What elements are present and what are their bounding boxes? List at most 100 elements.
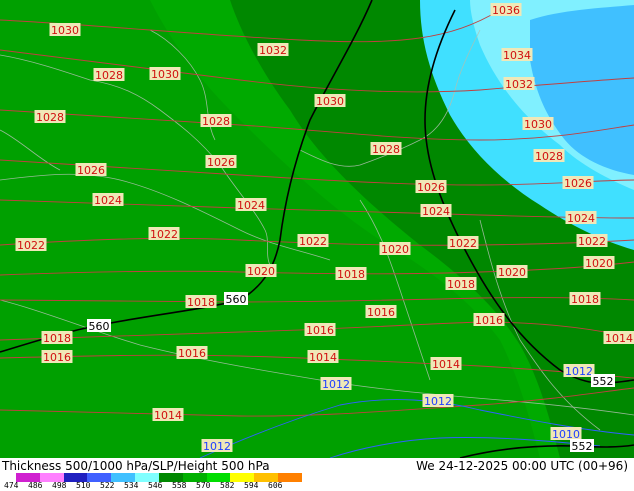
isobar-label: 1024 (236, 198, 267, 212)
footer: Thickness 500/1000 hPa/SLP/Height 500 hP… (0, 458, 634, 490)
isobar-label-text: 1018 (337, 268, 365, 281)
height-label: 560 (224, 292, 248, 306)
height-label: 560 (87, 319, 111, 333)
isobar-label: 1012 (423, 394, 454, 408)
map-canvas: 1036 1034 1032 1032 1030 1030 1030 1030 1028 1028… (0, 0, 634, 458)
isobar-label: 1026 (416, 180, 447, 194)
isobar-label: 1026 (206, 155, 237, 169)
isobar-label-text: 1028 (95, 69, 123, 82)
height-label: 552 (570, 439, 594, 453)
isobar-label-text: 1022 (449, 237, 477, 250)
height-label-text: 560 (89, 320, 110, 333)
isobar-label: 1016 (366, 305, 397, 319)
legend-tick-label: 534 (124, 481, 138, 490)
height-label-text: 552 (572, 440, 593, 453)
isobar-label-text: 1020 (585, 257, 613, 270)
isobar-label: 1026 (563, 176, 594, 190)
isobar-label: 1022 (298, 234, 329, 248)
isobar-label: 1036 (491, 3, 522, 17)
isobar-label: 1026 (76, 163, 107, 177)
isobar-label: 1030 (50, 23, 81, 37)
isobar-label-text: 1014 (309, 351, 337, 364)
isobar-label: 1018 (186, 295, 217, 309)
isobar-label-text: 1030 (524, 118, 552, 131)
isobar-label: 1020 (584, 256, 615, 270)
isobar-label-text: 1012 (565, 365, 593, 378)
legend-tick-label: 486 (28, 481, 42, 490)
isobar-label-text: 1016 (306, 324, 334, 337)
isobar-label-text: 1028 (372, 143, 400, 156)
isobar-label: 1014 (308, 350, 339, 364)
isobar-label: 1028 (94, 68, 125, 82)
isobar-label-text: 1018 (187, 296, 215, 309)
isobar-label-text: 1028 (535, 150, 563, 163)
isobar-label-text: 1020 (247, 265, 275, 278)
isobar-label: 1032 (258, 43, 289, 57)
isobar-label-text: 1014 (154, 409, 182, 422)
isobar-label: 1018 (336, 267, 367, 281)
isobar-label: 1022 (149, 227, 180, 241)
legend-tick-label: 510 (76, 481, 90, 490)
isobar-label-text: 1030 (51, 24, 79, 37)
isobar-label: 1030 (315, 94, 346, 108)
isobar-label: 1016 (42, 350, 73, 364)
isobar-label-text: 1030 (316, 95, 344, 108)
map-title: Thickness 500/1000 hPa/SLP/Height 500 hP… (2, 459, 270, 473)
isobar-label: 1014 (604, 331, 634, 345)
isobar-label: 1028 (534, 149, 565, 163)
isobar-label-text: 1026 (207, 156, 235, 169)
isobar-label-text: 1032 (259, 44, 287, 57)
isobar-label: 1030 (523, 117, 554, 131)
isobar-label: 1024 (566, 211, 597, 225)
isobar-label: 1024 (421, 204, 452, 218)
isobar-label-text: 1016 (43, 351, 71, 364)
height-label-text: 552 (593, 375, 614, 388)
isobar-label-text: 1012 (322, 378, 350, 391)
isobar-label: 1028 (371, 142, 402, 156)
isobar-label: 1016 (474, 313, 505, 327)
isobar-label-text: 1012 (203, 440, 231, 453)
isobar-label-text: 1024 (567, 212, 595, 225)
legend-tick-label: 582 (220, 481, 234, 490)
isobar-label: 1020 (380, 242, 411, 256)
isobar-label: 1028 (35, 110, 66, 124)
isobar-label-text: 1022 (17, 239, 45, 252)
isobar-label-text: 1030 (151, 68, 179, 81)
isobar-label-text: 1022 (150, 228, 178, 241)
isobar-label: 1022 (577, 234, 608, 248)
legend-tick-label: 522 (100, 481, 114, 490)
isobar-label: 1018 (570, 292, 601, 306)
isobar-label: 1018 (42, 331, 73, 345)
isobar-label-text: 1026 (417, 181, 445, 194)
isobar-label: 1022 (16, 238, 47, 252)
isobar-label-text: 1024 (237, 199, 265, 212)
isobar-label: 1012 (321, 377, 352, 391)
isobar-label-text: 1018 (447, 278, 475, 291)
legend-tick-label: 594 (244, 481, 258, 490)
isobar-label: 1014 (431, 357, 462, 371)
isobar-label-text: 1018 (43, 332, 71, 345)
legend-tick-label: 474 (4, 481, 18, 490)
isobar-label-text: 1026 (564, 177, 592, 190)
isobar-label: 1032 (504, 77, 535, 91)
isobar-label-text: 1020 (381, 243, 409, 256)
isobar-label-text: 1026 (77, 164, 105, 177)
isobar-label: 1028 (201, 114, 232, 128)
isobar-label-text: 1014 (605, 332, 633, 345)
isobar-label: 1034 (502, 48, 533, 62)
isobar-label: 1012 (202, 439, 233, 453)
isobar-label: 1020 (497, 265, 528, 279)
isobar-label-text: 1016 (367, 306, 395, 319)
isobar-label-text: 1014 (432, 358, 460, 371)
isobar-label-text: 1022 (299, 235, 327, 248)
isobar-label-text: 1016 (475, 314, 503, 327)
isobar-label-text: 1020 (498, 266, 526, 279)
legend-tick-label: 498 (52, 481, 66, 490)
isobar-label: 1014 (153, 408, 184, 422)
map-datetime: We 24-12-2025 00:00 UTC (00+96) (416, 459, 628, 473)
isobar-label: 1012 (564, 364, 595, 378)
isobar-label-text: 1032 (505, 78, 533, 91)
isobar-label: 1024 (93, 193, 124, 207)
height-label-text: 560 (226, 293, 247, 306)
isobar-label: 1016 (177, 346, 208, 360)
